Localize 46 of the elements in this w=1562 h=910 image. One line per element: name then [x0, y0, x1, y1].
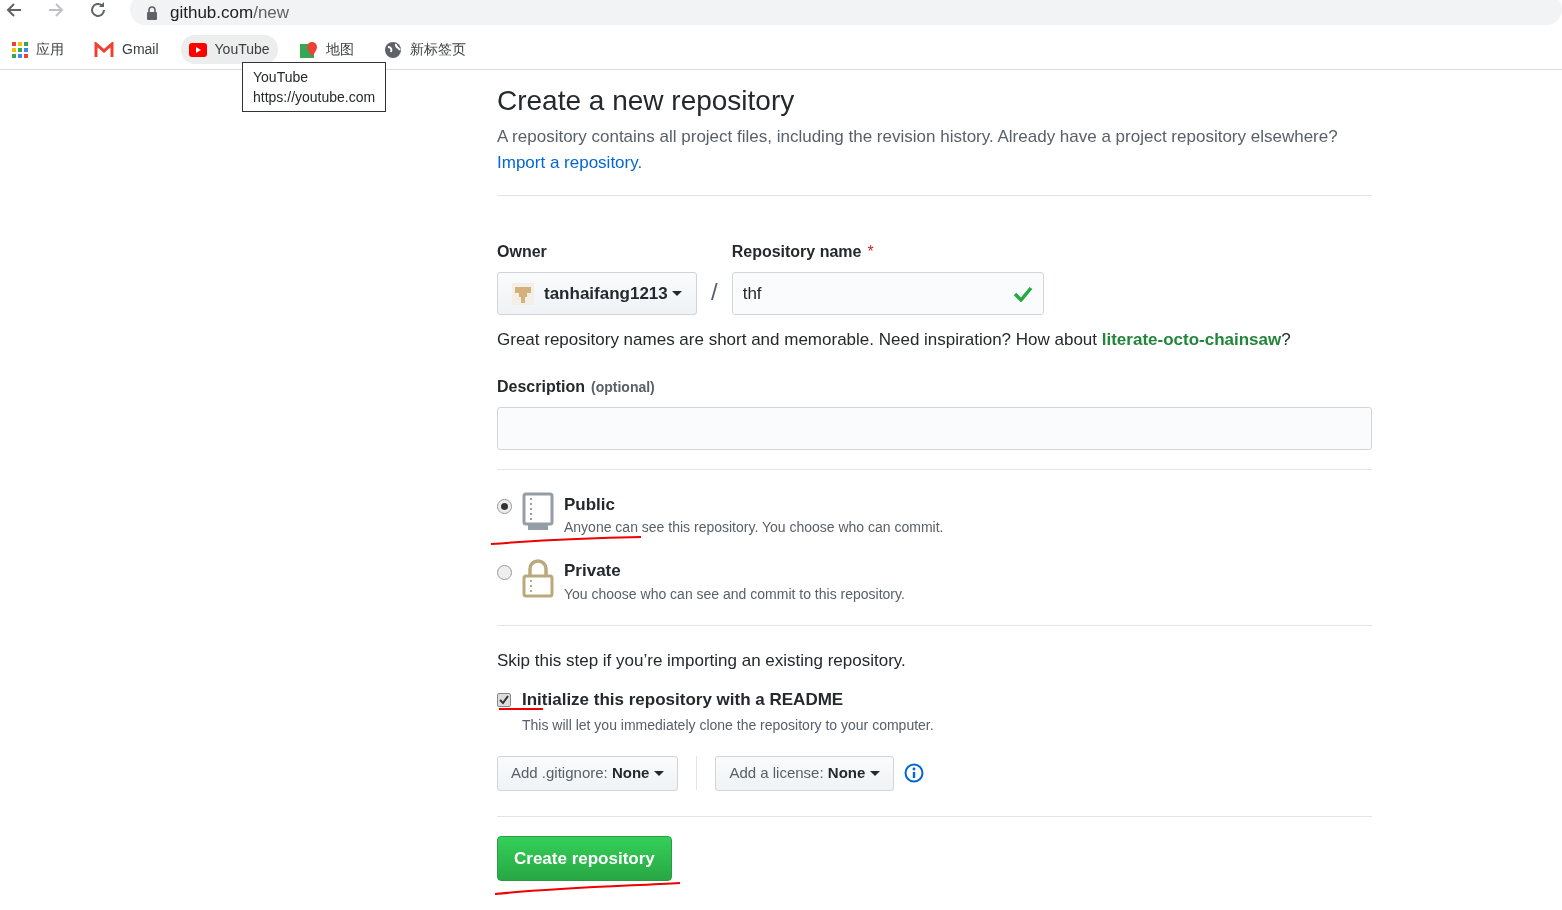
bookmark[interactable]: 应用: [4, 35, 72, 64]
address-bar[interactable]: github.com/new: [130, 0, 1562, 25]
readme-label: Initialize this repository with a README: [522, 689, 844, 712]
bookmark[interactable]: 地图: [291, 35, 362, 64]
lock-icon: [522, 558, 554, 599]
play-icon[interactable]: [188, 42, 207, 57]
repo-name-field[interactable]: thf: [731, 272, 1044, 316]
tooltip-title: YouTube: [253, 68, 309, 87]
optional-hint: (optional): [591, 378, 655, 395]
readme-description: This will let you immediately clone the repository to your computer.: [522, 715, 935, 735]
annotation-underline: [498, 706, 546, 712]
tooltip-url: https://youtube.com: [253, 88, 376, 107]
page-title: Create a new repository: [497, 84, 796, 118]
check-icon: [499, 694, 509, 705]
radio-button[interactable]: [497, 498, 512, 514]
avatar-icon: [512, 282, 534, 305]
mail-icon[interactable]: [94, 41, 114, 58]
apps-grid-icon[interactable]: [12, 41, 28, 58]
intro-text: A repository contains all project files, including the revision history. Already have a project repository elsewhere?: [497, 125, 1339, 148]
name-hint: Great repository names are short and memorable. Need inspiration? How about literate-octo-chainsaw?: [497, 329, 1292, 352]
url-text: github.com/new: [170, 1, 290, 24]
description-label: Description: [497, 377, 585, 395]
radio-button[interactable]: [497, 565, 512, 581]
repo-name-label: Repository name: [731, 243, 862, 261]
visibility-title: Private: [564, 560, 622, 583]
visibility-description: Anyone can see this repository. You choose who can commit.: [564, 518, 944, 538]
visibility-title: Public: [564, 493, 616, 516]
import-link[interactable]: Import a repository.: [497, 152, 643, 172]
description-field[interactable]: [497, 406, 1372, 450]
readme-checkbox[interactable]: [497, 692, 511, 707]
option-dropdown[interactable]: Add a license: None: [715, 755, 895, 791]
owner-dropdown[interactable]: tanhaifang1213: [497, 272, 697, 316]
repository-icon: [522, 491, 554, 532]
bookmark[interactable]: 新标签页: [375, 35, 474, 64]
bookmark[interactable]: YouTube: [180, 35, 278, 64]
visibility-description: You choose who can see and commit to this repository.: [564, 584, 905, 604]
skip-note: Skip this step if you’re importing an existing repository.: [497, 649, 907, 672]
option-dropdown[interactable]: Add .gitignore: None: [497, 755, 679, 791]
bookmark[interactable]: Gmail: [86, 35, 167, 64]
lock-icon: [146, 5, 158, 20]
required-mark: *: [867, 243, 874, 261]
owner-label: Owner: [497, 242, 548, 263]
slash-separator: /: [710, 277, 719, 308]
caret-icon: [671, 291, 682, 297]
reload-icon[interactable]: [88, 0, 108, 20]
info-icon[interactable]: [904, 763, 925, 784]
